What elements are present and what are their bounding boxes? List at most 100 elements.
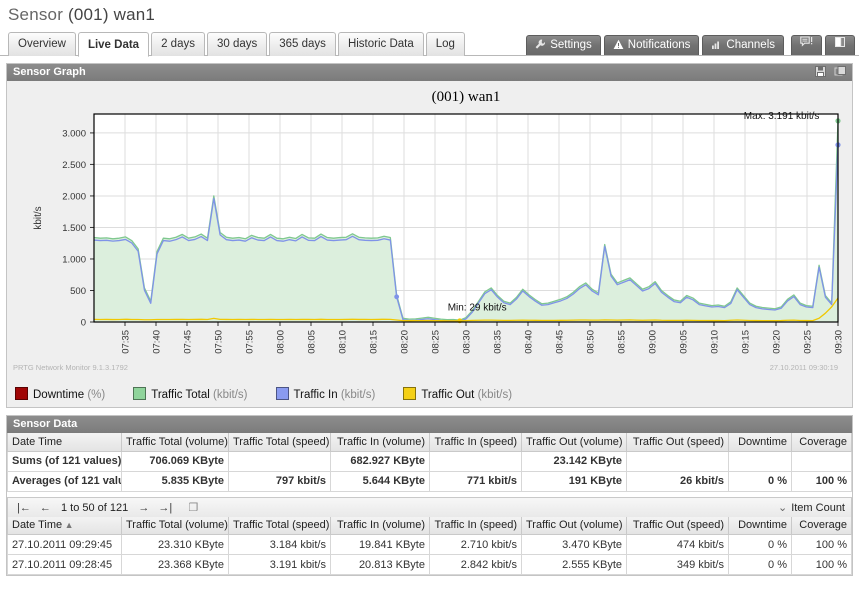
copy-icon[interactable]: ❐ — [188, 502, 198, 514]
legend-swatch — [275, 387, 289, 400]
chart-annotation: Max: 3.191 kbit/s — [744, 111, 820, 122]
column-header-traffic-total-speed[interactable]: Traffic Total (speed) — [228, 433, 331, 452]
column-header-date-time[interactable]: Date Time — [7, 433, 122, 452]
column-header-traffic-total-speed[interactable]: Traffic Total (speed) — [228, 516, 331, 535]
table-row[interactable]: 27.10.2011 09:29:45 23.310 KByte 3.184 kbi… — [7, 534, 852, 555]
table-cell — [626, 450, 729, 472]
sensor-graph-panel: Sensor Graph (001) wan1 0 500 1.000 1.500 2.0… — [6, 63, 853, 408]
chart-legend: Downtime (%) Traffic Total (kbit/s) Traffi… — [7, 383, 852, 407]
column-header-traffic-in-volume[interactable]: Traffic In (volume) — [330, 516, 430, 535]
item-count-control[interactable]: ⌄ Item Count — [778, 498, 845, 518]
column-header-label: Traffic Out (speed) — [632, 435, 724, 448]
column-header-traffic-out-volume[interactable]: Traffic Out (volume) — [521, 433, 627, 452]
legend-item-traffic-out: Traffic Out (kbit/s) — [403, 387, 512, 401]
legend-unit: (%) — [87, 389, 106, 401]
x-tick-label: 07:55 — [245, 330, 256, 354]
pagination-text: 1 to 50 of 121 — [60, 501, 129, 514]
y-tick-label: 2.000 — [62, 191, 86, 202]
column-header-coverage[interactable]: Coverage — [791, 516, 852, 535]
last-page-icon[interactable]: →| — [158, 502, 172, 514]
graph-body: (001) wan1 0 500 1.000 1.500 2.000 2.500 3.000 0… — [7, 81, 852, 407]
chevron-down-icon[interactable]: ⌄ — [778, 502, 787, 514]
tab-historic-data[interactable]: Historic Data — [337, 32, 424, 56]
tab-label: Overview — [18, 38, 66, 50]
column-header-coverage[interactable]: Coverage — [791, 433, 852, 452]
legend-label: Traffic In — [293, 389, 341, 401]
tab-label: 2 days — [161, 38, 195, 50]
icon-tab-panel-layout[interactable] — [825, 35, 855, 55]
column-header-traffic-out-speed[interactable]: Traffic Out (speed) — [626, 433, 729, 452]
tab-log[interactable]: Log — [425, 32, 465, 56]
column-header-traffic-in-speed[interactable]: Traffic In (speed) — [429, 433, 522, 452]
table-cell — [728, 450, 792, 472]
sensor-graph-panel-title: Sensor Graph — [13, 66, 86, 78]
next-page-icon[interactable]: → — [138, 502, 149, 514]
table-header-row: Date Time Traffic Total (volume) Traffic T… — [7, 433, 852, 452]
action-tab-channels[interactable]: Channels — [702, 35, 784, 55]
tab-2-days[interactable]: 2 days — [151, 32, 205, 56]
save-icon[interactable] — [814, 65, 827, 78]
column-header-traffic-in-volume[interactable]: Traffic In (volume) — [330, 433, 430, 452]
table-cell: 23.310 KByte — [121, 534, 229, 555]
column-header-traffic-out-speed[interactable]: Traffic Out (speed) — [626, 516, 729, 535]
column-header-traffic-in-speed[interactable]: Traffic In (speed) — [429, 516, 522, 535]
column-header-date-time[interactable]: Date Time ▲ — [7, 516, 122, 535]
tab-label: 30 days — [216, 38, 258, 50]
popout-window-icon[interactable] — [834, 65, 847, 78]
tab-label: Historic Data — [347, 38, 414, 50]
sensor-graph-panel-header: Sensor Graph — [7, 64, 852, 81]
legend-unit: (kbit/s) — [213, 389, 248, 401]
wrench-icon — [535, 38, 546, 57]
column-header-traffic-out-volume[interactable]: Traffic Out (volume) — [521, 516, 627, 535]
tab-overview[interactable]: Overview — [8, 32, 76, 56]
table-cell: 682.927 KByte — [330, 450, 430, 472]
chart-watermark: PRTG Network Monitor 9.1.3.1792 — [13, 363, 128, 372]
action-tab-notifications[interactable]: Notifications — [603, 35, 700, 55]
x-tick-label: 07:35 — [121, 330, 132, 354]
x-tick-label: 09:20 — [772, 330, 783, 354]
column-header-traffic-total-volume[interactable]: Traffic Total (volume) — [121, 516, 229, 535]
pagination-bar: |← ← 1 to 50 of 121 → →| ❐ ⌄ Item Count — [7, 496, 852, 518]
table-cell: 2.842 kbit/s — [429, 554, 522, 575]
column-header-label: Traffic In (speed) — [434, 435, 517, 448]
x-tick-label: 08:20 — [400, 330, 411, 354]
x-tick-label: 08:15 — [369, 330, 380, 354]
bar-chart-icon — [711, 38, 722, 57]
tab-label: 365 days — [279, 38, 326, 50]
tab-30-days[interactable]: 30 days — [206, 32, 268, 56]
x-tick-label: 08:40 — [524, 330, 535, 354]
table-cell: 3.191 kbit/s — [228, 554, 331, 575]
tab-live-data[interactable]: Live Data — [77, 32, 150, 57]
table-cell: 23.368 KByte — [121, 554, 229, 575]
sensor-chart[interactable]: (001) wan1 0 500 1.000 1.500 2.000 2.500 3.000 0… — [7, 83, 852, 383]
table-row[interactable]: Averages (of 121 values)5.835 KByte797 k… — [7, 470, 852, 492]
tab-bar: Overview Live Data 2 days 30 days 365 days Hi… — [0, 31, 859, 57]
icon-tab-comment-alert[interactable] — [791, 35, 822, 55]
table-cell: 27.10.2011 09:29:45 — [7, 534, 122, 555]
table-row[interactable]: Sums (of 121 values) 706.069 KByte 682.927… — [7, 450, 852, 472]
sensor-chart-svg[interactable]: (001) wan1 0 500 1.000 1.500 2.000 2.500 3.000 0… — [7, 83, 852, 383]
previous-page-icon[interactable]: ← — [40, 502, 51, 514]
column-header-label: Traffic Out (volume) — [526, 435, 623, 448]
table-cell: 100 % — [791, 534, 852, 555]
action-tab-settings[interactable]: Settings — [526, 35, 601, 55]
tab-365-days[interactable]: 365 days — [269, 32, 336, 56]
column-header-downtime[interactable]: Downtime — [728, 516, 792, 535]
column-header-label: Coverage — [799, 435, 847, 448]
column-header-label: Traffic Total (volume) — [126, 435, 228, 448]
first-page-icon[interactable]: |← — [17, 502, 31, 514]
column-header-label: Date Time — [12, 435, 63, 448]
column-header-traffic-total-volume[interactable]: Traffic Total (volume) — [121, 433, 229, 452]
column-header-downtime[interactable]: Downtime — [728, 433, 792, 452]
tab-label: Live Data — [87, 39, 140, 51]
y-axis-title: kbit/s — [33, 206, 44, 229]
x-tick-label: 09:30 — [834, 330, 845, 354]
action-tab-label: Channels — [726, 39, 775, 51]
table-cell — [429, 450, 522, 472]
table-cell: 19.841 KByte — [330, 534, 430, 555]
page-title-sensor-name: (001) wan1 — [68, 5, 156, 24]
action-tabs: Settings Notifications Channels — [523, 31, 784, 55]
table-cell: 20.813 KByte — [330, 554, 430, 575]
table-row[interactable]: 27.10.2011 09:28:45 23.368 KByte 3.191 kbi… — [7, 554, 852, 575]
column-header-label: Downtime — [738, 435, 787, 448]
